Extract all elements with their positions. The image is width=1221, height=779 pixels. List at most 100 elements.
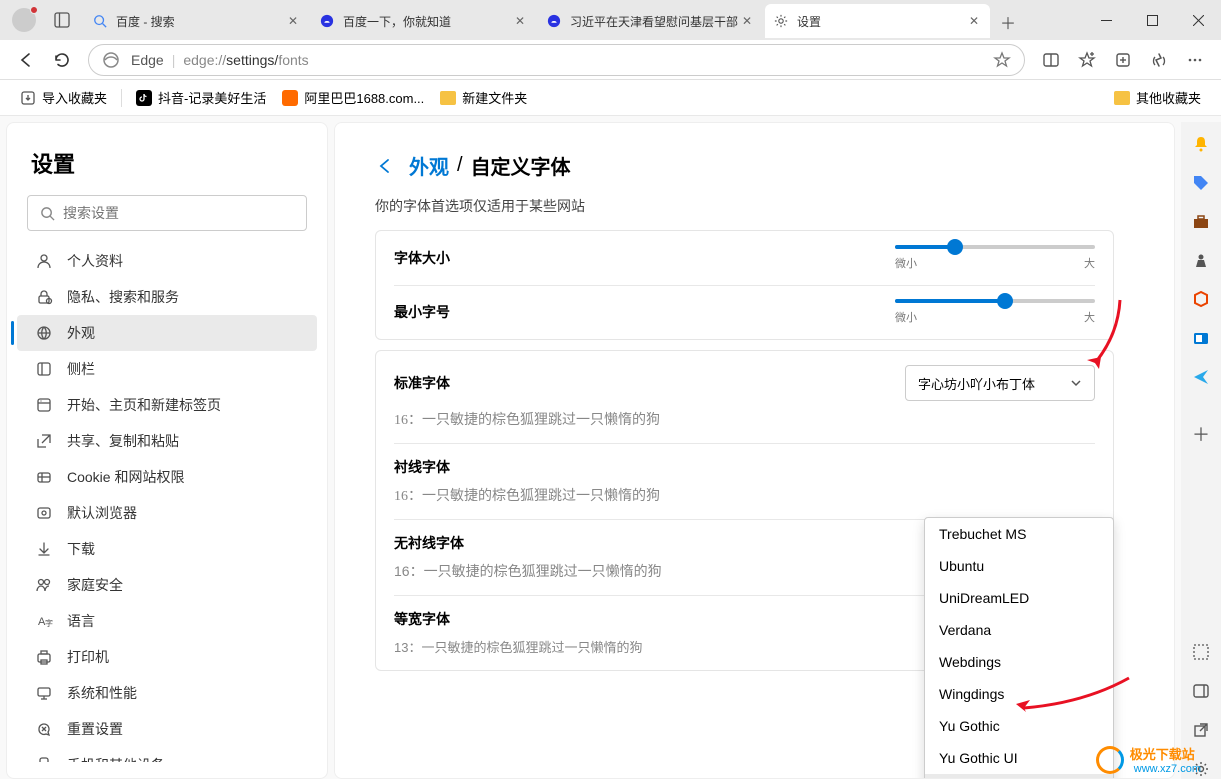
nav-icon bbox=[35, 468, 53, 486]
games-icon[interactable] bbox=[1190, 250, 1212, 271]
dropdown-option[interactable]: UniDreamLED bbox=[925, 582, 1113, 614]
sidebar-item[interactable]: 开始、主页和新建标签页 bbox=[17, 387, 317, 423]
back-button[interactable] bbox=[8, 42, 44, 78]
nav-icon bbox=[35, 252, 53, 270]
font-preview: 16：一只敏捷的棕色狐狸跳过一只懒惰的狗 bbox=[394, 409, 1095, 429]
tab-2[interactable]: 习近平在天津看望慰问基层干部 ✕ bbox=[538, 4, 763, 38]
nav-icon bbox=[35, 432, 53, 450]
nav-label: 默认浏览器 bbox=[67, 503, 137, 523]
other-bookmarks-button[interactable]: 其他收藏夹 bbox=[1106, 84, 1209, 111]
font-size-row: 字体大小 微小大 bbox=[376, 231, 1113, 285]
minimize-button[interactable] bbox=[1083, 0, 1129, 40]
bookmark-label: 新建文件夹 bbox=[462, 88, 527, 107]
new-tab-button[interactable]: ＋ bbox=[992, 6, 1024, 38]
profile-avatar[interactable] bbox=[12, 8, 36, 32]
sidebar-item[interactable]: 外观 bbox=[17, 315, 317, 351]
dropdown-option[interactable]: Yu Gothic bbox=[925, 710, 1113, 742]
performance-icon[interactable] bbox=[1141, 42, 1177, 78]
menu-button[interactable] bbox=[1177, 42, 1213, 78]
star-icon[interactable] bbox=[992, 50, 1012, 70]
close-icon[interactable]: ✕ bbox=[739, 13, 755, 29]
briefcase-icon[interactable] bbox=[1190, 212, 1212, 233]
bookmark-item[interactable]: 阿里巴巴1688.com... bbox=[274, 84, 432, 111]
sidebar-item[interactable]: 手机和其他设备 bbox=[17, 747, 317, 762]
external-icon[interactable] bbox=[1190, 719, 1212, 740]
dropdown-option[interactable]: Ubuntu bbox=[925, 550, 1113, 582]
dropdown-option[interactable]: 字心坊小吖小布丁体 bbox=[925, 774, 1113, 779]
send-icon[interactable] bbox=[1190, 367, 1212, 388]
sidebar-item[interactable]: 隐私、搜索和服务 bbox=[17, 279, 317, 315]
sidebar-item[interactable]: 打印机 bbox=[17, 639, 317, 675]
setting-label: 字体大小 bbox=[394, 248, 450, 268]
refresh-button[interactable] bbox=[44, 42, 80, 78]
font-preview: 16：一只敏捷的棕色狐狸跳过一只懒惰的狗 bbox=[394, 485, 1095, 505]
panel-icon[interactable] bbox=[1190, 681, 1212, 702]
dropdown-option[interactable]: Webdings bbox=[925, 646, 1113, 678]
search-input[interactable] bbox=[63, 205, 294, 221]
setting-label: 无衬线字体 bbox=[394, 533, 464, 553]
sidebar-item[interactable]: 共享、复制和粘贴 bbox=[17, 423, 317, 459]
outlook-icon[interactable] bbox=[1190, 328, 1212, 349]
nav-icon: A字 bbox=[35, 612, 53, 630]
close-icon[interactable]: ✕ bbox=[966, 13, 982, 29]
breadcrumb-parent[interactable]: 外观 bbox=[409, 151, 449, 180]
sidebar-item[interactable]: Cookie 和网站权限 bbox=[17, 459, 317, 495]
breadcrumb-back-icon[interactable] bbox=[375, 156, 395, 176]
sidebar-item[interactable]: 默认浏览器 bbox=[17, 495, 317, 531]
brand-name: 极光下载站 bbox=[1130, 744, 1201, 763]
nav-label: 下载 bbox=[67, 539, 95, 559]
split-screen-icon[interactable] bbox=[1033, 42, 1069, 78]
settings-search[interactable] bbox=[27, 195, 307, 231]
standard-font-select[interactable]: 字心坊小吖小布丁体 bbox=[905, 365, 1095, 401]
favorites-icon[interactable] bbox=[1069, 42, 1105, 78]
close-icon[interactable]: ✕ bbox=[285, 13, 301, 29]
sidebar-item[interactable]: 下载 bbox=[17, 531, 317, 567]
add-icon[interactable]: ＋ bbox=[1190, 423, 1212, 445]
sidebar-item[interactable]: A字语言 bbox=[17, 603, 317, 639]
serif-font-row: 衬线字体 16：一只敏捷的棕色狐狸跳过一只懒惰的狗 bbox=[376, 443, 1113, 519]
nav-label: 侧栏 bbox=[67, 359, 95, 379]
sidebar-item[interactable]: 重置设置 bbox=[17, 711, 317, 747]
import-bookmarks-button[interactable]: 导入收藏夹 bbox=[12, 84, 115, 111]
nav-icon bbox=[35, 648, 53, 666]
office-icon[interactable] bbox=[1190, 289, 1212, 310]
alibaba-icon bbox=[282, 90, 298, 106]
settings-sidebar: 设置 个人资料隐私、搜索和服务外观侧栏开始、主页和新建标签页共享、复制和粘贴Co… bbox=[6, 122, 328, 779]
selection-icon[interactable] bbox=[1190, 642, 1212, 663]
nav-icon bbox=[35, 324, 53, 342]
dropdown-option[interactable]: Trebuchet MS bbox=[925, 518, 1113, 550]
bookmark-item[interactable]: 抖音-记录美好生活 bbox=[128, 84, 274, 111]
dropdown-option[interactable]: Yu Gothic UI bbox=[925, 742, 1113, 774]
dropdown-option[interactable]: Verdana bbox=[925, 614, 1113, 646]
select-value: 字心坊小吖小布丁体 bbox=[918, 374, 1035, 393]
sidebar-item[interactable]: 个人资料 bbox=[17, 243, 317, 279]
bookmarks-bar: 导入收藏夹 抖音-记录美好生活 阿里巴巴1688.com... 新建文件夹 其他… bbox=[0, 80, 1221, 116]
tab-0[interactable]: 百度 - 搜索 ✕ bbox=[84, 4, 309, 38]
folder-icon bbox=[440, 90, 456, 106]
min-font-size-slider[interactable]: 微小大 bbox=[895, 299, 1095, 325]
collections-icon[interactable] bbox=[1105, 42, 1141, 78]
dropdown-option[interactable]: Wingdings bbox=[925, 678, 1113, 710]
tag-icon[interactable] bbox=[1190, 173, 1212, 194]
nav-icon bbox=[35, 504, 53, 522]
close-button[interactable] bbox=[1175, 0, 1221, 40]
font-size-slider[interactable]: 微小大 bbox=[895, 245, 1095, 271]
min-font-size-row: 最小字号 微小大 bbox=[376, 285, 1113, 339]
close-icon[interactable]: ✕ bbox=[512, 13, 528, 29]
sidebar-item[interactable]: 系统和性能 bbox=[17, 675, 317, 711]
baidu-icon bbox=[546, 13, 562, 29]
tab-label: 百度 - 搜索 bbox=[116, 13, 175, 30]
sidebar-item[interactable]: 侧栏 bbox=[17, 351, 317, 387]
bookmark-folder[interactable]: 新建文件夹 bbox=[432, 84, 535, 111]
tab-3[interactable]: 设置 ✕ bbox=[765, 4, 990, 38]
address-bar[interactable]: Edge | edge://settings/fonts bbox=[88, 44, 1025, 76]
maximize-button[interactable] bbox=[1129, 0, 1175, 40]
bell-icon[interactable] bbox=[1190, 134, 1212, 155]
workspaces-icon[interactable] bbox=[48, 6, 76, 34]
tab-1[interactable]: 百度一下，你就知道 ✕ bbox=[311, 4, 536, 38]
nav-icon bbox=[35, 756, 53, 762]
standard-font-row: 标准字体 字心坊小吖小布丁体 16：一只敏捷的棕色狐狸跳过一只懒惰的狗 bbox=[376, 351, 1113, 443]
sidebar-item[interactable]: 家庭安全 bbox=[17, 567, 317, 603]
nav-label: 开始、主页和新建标签页 bbox=[67, 395, 221, 415]
page-subtitle: 你的字体首选项仅适用于某些网站 bbox=[375, 196, 1114, 216]
